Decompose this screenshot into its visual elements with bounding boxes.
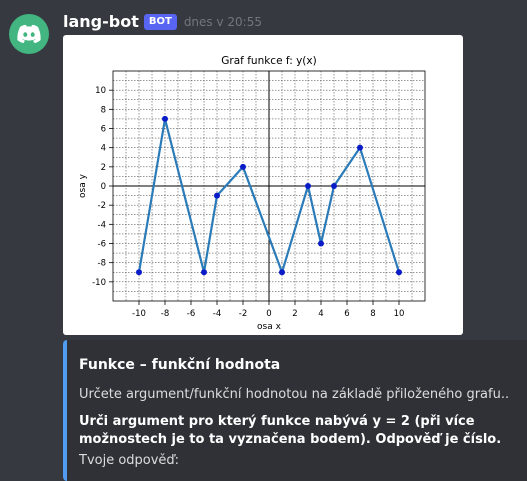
x-tick-label: 4 (318, 309, 323, 319)
x-tick-label: 0 (266, 309, 271, 319)
data-point (305, 183, 311, 189)
avatar[interactable] (9, 14, 49, 54)
message-header: lang-bot BOT dnes v 20:55 (63, 12, 262, 31)
x-tick-label: 2 (292, 309, 297, 319)
data-point (162, 115, 168, 122)
data-point (396, 269, 402, 276)
y-tick-label: 8 (101, 105, 106, 115)
data-point (240, 163, 246, 170)
y-tick-label: 2 (101, 163, 106, 173)
y-tick-label: 0 (101, 182, 106, 192)
y-tick-label: 10 (95, 86, 106, 96)
chart: -10 -8 -6 -4 -2 0 2 4 6 8 10 -10 -8 -6 -4 -2 0 2 4 6 8 10 Graf… (78, 55, 426, 332)
embed-question: Urči argument pro který funkce nabývá y … (79, 414, 502, 447)
data-point (318, 240, 324, 247)
x-tick-label: -4 (213, 309, 221, 319)
bot-badge: BOT (143, 13, 177, 30)
username[interactable]: lang-bot (63, 12, 139, 31)
x-tick-label: 8 (370, 309, 375, 319)
x-tick-label: -8 (161, 309, 169, 319)
y-axis-label: osa y (78, 173, 88, 198)
x-tick-label: -10 (132, 309, 146, 319)
discord-logo-icon (17, 24, 41, 43)
y-tick-label: -2 (98, 201, 106, 211)
embed-title: Funkce – funkční hodnota (79, 357, 281, 373)
x-tick-label: -6 (187, 309, 195, 319)
data-point (357, 144, 363, 151)
x-tick-label: 6 (344, 309, 349, 319)
x-axis-label: osa x (257, 322, 282, 332)
y-tick-label: -6 (98, 240, 106, 250)
y-tick-label: -4 (98, 220, 106, 230)
data-point (214, 192, 220, 199)
x-tick-label: -2 (239, 309, 247, 319)
y-tick-label: 4 (101, 144, 106, 154)
embed-card: Funkce – funkční hodnota Určete argument… (63, 340, 527, 481)
data-point (201, 269, 207, 276)
embed-prompt: Tvoje odpověď: (79, 453, 180, 468)
timestamp: dnes v 20:55 (183, 14, 262, 29)
y-tick-label: -10 (92, 278, 106, 288)
data-point (279, 269, 285, 276)
chart-attachment[interactable]: -10 -8 -6 -4 -2 0 2 4 6 8 10 -10 -8 -6 -4 -2 0 2 4 6 8 10 Graf… (63, 35, 463, 335)
chart-title: Graf funkce f: y(x) (221, 55, 316, 67)
data-point (331, 183, 337, 189)
embed-description: Určete argument/funkční hodnotou na zákl… (79, 387, 510, 402)
y-tick-label: -8 (98, 259, 106, 269)
y-tick-label: 6 (101, 125, 106, 135)
data-point (136, 269, 142, 276)
x-tick-label: 10 (394, 309, 405, 319)
